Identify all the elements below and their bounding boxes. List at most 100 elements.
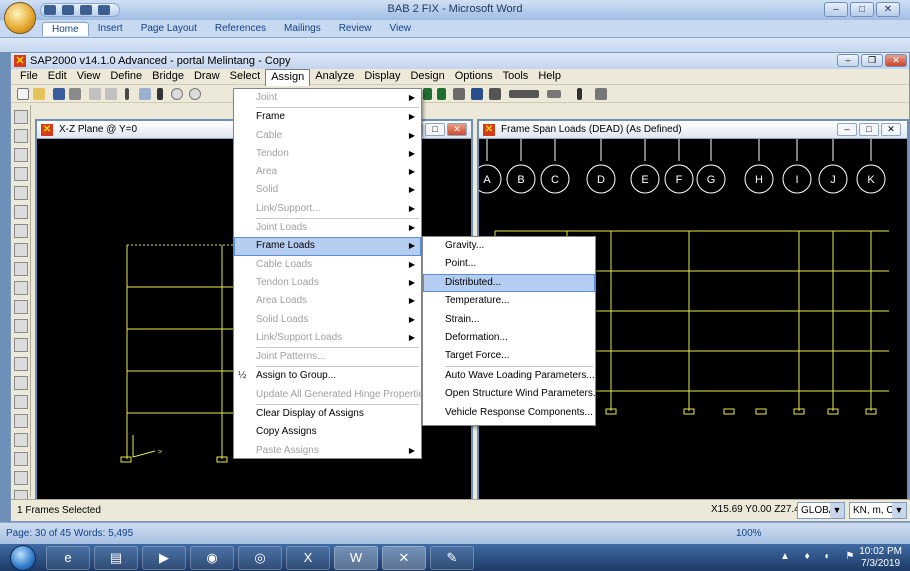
excel-taskbar-icon[interactable]: X xyxy=(286,546,330,570)
draw-area-icon[interactable] xyxy=(14,243,28,257)
ie-taskbar-icon[interactable]: e xyxy=(46,546,90,570)
snap-end-icon[interactable] xyxy=(14,414,28,428)
clear-select-icon[interactable] xyxy=(14,357,28,371)
pointer-icon[interactable] xyxy=(14,110,28,124)
menu-draw[interactable]: Draw xyxy=(189,69,225,84)
menu-display[interactable]: Display xyxy=(359,69,405,84)
all-select-icon[interactable] xyxy=(14,319,28,333)
fs-minimize-button[interactable]: – xyxy=(837,123,857,136)
menu-tools[interactable]: Tools xyxy=(498,69,534,84)
word-tab-insert[interactable]: Insert xyxy=(89,22,132,36)
intersect-icon[interactable] xyxy=(14,376,28,390)
grid-select-icon[interactable] xyxy=(14,224,28,238)
word-tab-home[interactable]: Home xyxy=(42,22,89,36)
sap-restore-button[interactable]: ❐ xyxy=(861,54,883,67)
explorer-taskbar-icon[interactable]: ▤ xyxy=(94,546,138,570)
menu-options[interactable]: Options xyxy=(450,69,498,84)
chevron-down-icon[interactable]: ▼ xyxy=(830,503,844,518)
draw-cross-icon[interactable] xyxy=(14,205,28,219)
quick-area-icon[interactable] xyxy=(14,262,28,276)
units-field[interactable]: KN, m, C ▼ xyxy=(849,502,907,519)
checkbox-icon[interactable] xyxy=(471,88,483,100)
sap-minimize-button[interactable]: – xyxy=(837,54,859,67)
clock[interactable]: 10:02 PM 7/3/2019 xyxy=(859,546,902,570)
menu-select[interactable]: Select xyxy=(225,69,266,84)
word-tab-references[interactable]: References xyxy=(206,22,275,36)
menu-edit[interactable]: Edit xyxy=(43,69,72,84)
undo-icon[interactable] xyxy=(89,88,101,100)
menu-define[interactable]: Define xyxy=(105,69,147,84)
chrome-taskbar-icon[interactable]: ◎ xyxy=(238,546,282,570)
menu-bridge[interactable]: Bridge xyxy=(147,69,189,84)
grid-icon[interactable] xyxy=(453,88,465,100)
assign-menu-frame-loads[interactable]: Frame Loads ▶ xyxy=(234,237,421,256)
menu-analyze[interactable]: Analyze xyxy=(310,69,359,84)
snap-mid-icon[interactable] xyxy=(14,433,28,447)
frame-loads-auto-wave-loading-parameters[interactable]: Auto Wave Loading Parameters... xyxy=(423,367,595,385)
start-button[interactable] xyxy=(10,545,36,571)
word-maximize-button[interactable]: □ xyxy=(850,2,874,17)
frame-loads-target-force[interactable]: Target Force... xyxy=(423,347,595,365)
menu-design[interactable]: Design xyxy=(405,69,449,84)
frame-loads-point[interactable]: Point... xyxy=(423,255,595,273)
snap-icon[interactable] xyxy=(14,395,28,409)
fs-maximize-button[interactable]: □ xyxy=(859,123,879,136)
frame-shape-icon[interactable] xyxy=(509,90,539,98)
reshaper-icon[interactable] xyxy=(14,129,28,143)
media-player-taskbar-icon[interactable]: ▶ xyxy=(142,546,186,570)
menu-assign[interactable]: Assign xyxy=(265,69,311,86)
xz-maximize-button[interactable]: □ xyxy=(425,123,445,136)
word-minimize-button[interactable]: – xyxy=(824,2,848,17)
redo-icon[interactable] xyxy=(105,88,117,100)
menu-view[interactable]: View xyxy=(72,69,106,84)
frame-loads-vehicle-response-components[interactable]: Vehicle Response Components... xyxy=(423,404,595,422)
word-tab-page-layout[interactable]: Page Layout xyxy=(132,22,206,36)
paint-taskbar-icon[interactable]: ✎ xyxy=(430,546,474,570)
run-icon[interactable] xyxy=(157,88,163,100)
office-button[interactable] xyxy=(4,2,36,34)
assign-menu-clear-display-of-assigns[interactable]: Clear Display of Assigns xyxy=(234,405,421,423)
lock-icon[interactable] xyxy=(139,88,151,100)
word-taskbar-icon[interactable]: W xyxy=(334,546,378,570)
menu-help[interactable]: Help xyxy=(533,69,566,84)
link-icon[interactable] xyxy=(14,300,28,314)
word-tab-mailings[interactable]: Mailings xyxy=(275,22,330,36)
system-tray-icons[interactable]: ▲ ♦ ◐ ⚑ xyxy=(780,551,860,562)
coord-system-field[interactable]: GLOBAL ▼ xyxy=(797,502,845,519)
fraction-icon[interactable] xyxy=(489,88,501,100)
previous-select-icon[interactable] xyxy=(14,338,28,352)
snap-line-icon[interactable] xyxy=(14,471,28,485)
sap-close-button[interactable]: ✕ xyxy=(885,54,907,67)
new-model-icon[interactable] xyxy=(17,88,29,100)
text-cursor-icon[interactable] xyxy=(577,88,582,100)
fs-close-button[interactable]: ✕ xyxy=(881,123,901,136)
view-dropdown-icon[interactable] xyxy=(595,88,607,100)
frame-loads-deformation[interactable]: Deformation... xyxy=(423,329,595,347)
assign-menu-assign-to-group[interactable]: Assign to Group... ½ xyxy=(234,367,421,385)
firefox-taskbar-icon[interactable]: ◉ xyxy=(190,546,234,570)
zoom-in-icon[interactable] xyxy=(171,88,183,100)
nd-icon[interactable] xyxy=(547,90,561,98)
assign-menu-copy-assigns[interactable]: Copy Assigns xyxy=(234,423,421,441)
down-arrow-icon[interactable] xyxy=(437,88,446,100)
snap-perp-icon[interactable] xyxy=(14,452,28,466)
frame-loads-temperature[interactable]: Temperature... xyxy=(423,292,595,310)
draw-brace-icon[interactable] xyxy=(14,186,28,200)
solid-icon[interactable] xyxy=(14,281,28,295)
draw-line-icon[interactable] xyxy=(14,167,28,181)
save-icon[interactable] xyxy=(53,88,65,100)
menu-file[interactable]: File xyxy=(15,69,43,84)
pencil-icon[interactable] xyxy=(125,88,129,100)
word-tab-review[interactable]: Review xyxy=(330,22,381,36)
frame-loads-gravity[interactable]: Gravity... xyxy=(423,237,595,255)
word-tab-view[interactable]: View xyxy=(381,22,421,36)
frame-loads-strain[interactable]: Strain... xyxy=(423,311,595,329)
print-icon[interactable] xyxy=(69,88,81,100)
assign-menu-frame[interactable]: Frame ▶ xyxy=(234,108,421,126)
open-icon[interactable] xyxy=(33,88,45,100)
frame-loads-distributed[interactable]: Distributed... xyxy=(423,273,595,293)
chevron-down-icon[interactable]: ▼ xyxy=(892,503,906,518)
xz-close-button[interactable]: ✕ xyxy=(447,123,467,136)
up-arrow-icon[interactable] xyxy=(423,88,432,100)
zoom-out-icon[interactable] xyxy=(189,88,201,100)
